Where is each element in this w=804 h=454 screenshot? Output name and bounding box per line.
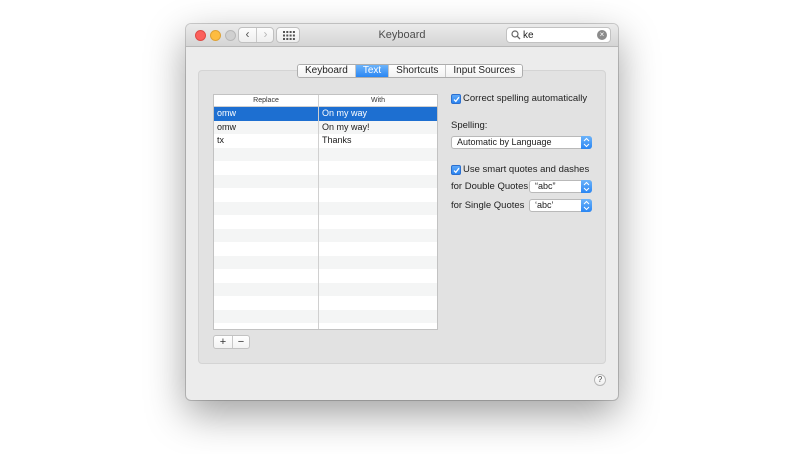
help-button[interactable]: ? — [594, 374, 606, 386]
replace-cell: omw — [217, 121, 237, 132]
spelling-popup[interactable]: Automatic by Language — [451, 136, 592, 149]
double-quotes-value: “abc” — [535, 181, 556, 191]
table-row — [214, 215, 437, 229]
search-icon — [511, 30, 521, 40]
table-row — [214, 188, 437, 202]
table-row — [214, 174, 437, 188]
clear-search-icon[interactable]: × — [597, 30, 607, 40]
tab-bar: Keyboard Text Shortcuts Input Sources — [297, 64, 524, 78]
table-row — [214, 201, 437, 215]
table-row — [214, 282, 437, 296]
with-cell: On my way! — [322, 121, 370, 132]
table-row — [214, 228, 437, 242]
table-row[interactable]: omw On my way — [214, 107, 437, 121]
column-header-replace[interactable]: Replace — [214, 95, 318, 106]
table-row — [214, 255, 437, 269]
table-row — [214, 242, 437, 256]
single-quotes-value: ‘abc’ — [535, 200, 554, 210]
checkmark-icon — [453, 167, 460, 174]
add-replacement-button[interactable]: + — [214, 336, 233, 348]
tab-shortcuts[interactable]: Shortcuts — [389, 65, 447, 77]
with-cell: Thanks — [322, 135, 352, 145]
search-field[interactable]: ke × — [506, 27, 611, 43]
table-header: Replace With — [214, 95, 437, 107]
tab-text[interactable]: Text — [355, 65, 390, 77]
tab-input-sources[interactable]: Input Sources — [446, 65, 523, 77]
double-quotes-label: for Double Quotes — [451, 181, 529, 192]
table-row — [214, 323, 437, 329]
preferences-window: ‹ › Keyboard ke × Keyboard Text Shortcuts I… — [186, 24, 618, 400]
smart-quotes-label[interactable]: Use smart quotes and dashes — [463, 164, 589, 176]
search-input-value[interactable]: ke — [523, 29, 534, 42]
single-quotes-popup[interactable]: ‘abc’ — [529, 199, 592, 212]
popup-arrows-icon — [581, 199, 592, 212]
replace-cell: tx — [217, 135, 225, 145]
replacements-table[interactable]: Replace With omw On my way omw On my way! tx… — [213, 94, 438, 330]
with-cell: On my way — [322, 108, 368, 118]
correct-spelling-checkbox[interactable] — [451, 94, 461, 104]
replace-cell: omw — [217, 108, 237, 118]
column-divider — [318, 95, 319, 329]
title-bar: ‹ › Keyboard ke × — [186, 24, 618, 47]
table-rows: omw On my way omw On my way! tx Thanks — [214, 107, 437, 329]
table-row — [214, 309, 437, 323]
add-remove-control: + − — [213, 335, 250, 349]
spelling-label: Spelling: — [451, 120, 488, 131]
tab-keyboard[interactable]: Keyboard — [298, 65, 356, 77]
table-row[interactable]: omw On my way! — [214, 120, 437, 134]
table-row[interactable]: tx Thanks — [214, 134, 437, 148]
single-quotes-label: for Single Quotes — [451, 200, 525, 211]
table-row — [214, 147, 437, 161]
smart-quotes-checkbox[interactable] — [451, 165, 461, 175]
table-row — [214, 269, 437, 283]
table-row — [214, 296, 437, 310]
remove-replacement-button[interactable]: − — [232, 336, 250, 348]
popup-arrows-icon — [581, 136, 592, 149]
spelling-popup-value: Automatic by Language — [457, 137, 552, 147]
popup-arrows-icon — [581, 180, 592, 193]
checkmark-icon — [453, 96, 460, 103]
correct-spelling-label[interactable]: Correct spelling automatically — [463, 93, 587, 105]
double-quotes-popup[interactable]: “abc” — [529, 180, 592, 193]
table-row — [214, 161, 437, 175]
column-header-with[interactable]: With — [319, 95, 437, 106]
